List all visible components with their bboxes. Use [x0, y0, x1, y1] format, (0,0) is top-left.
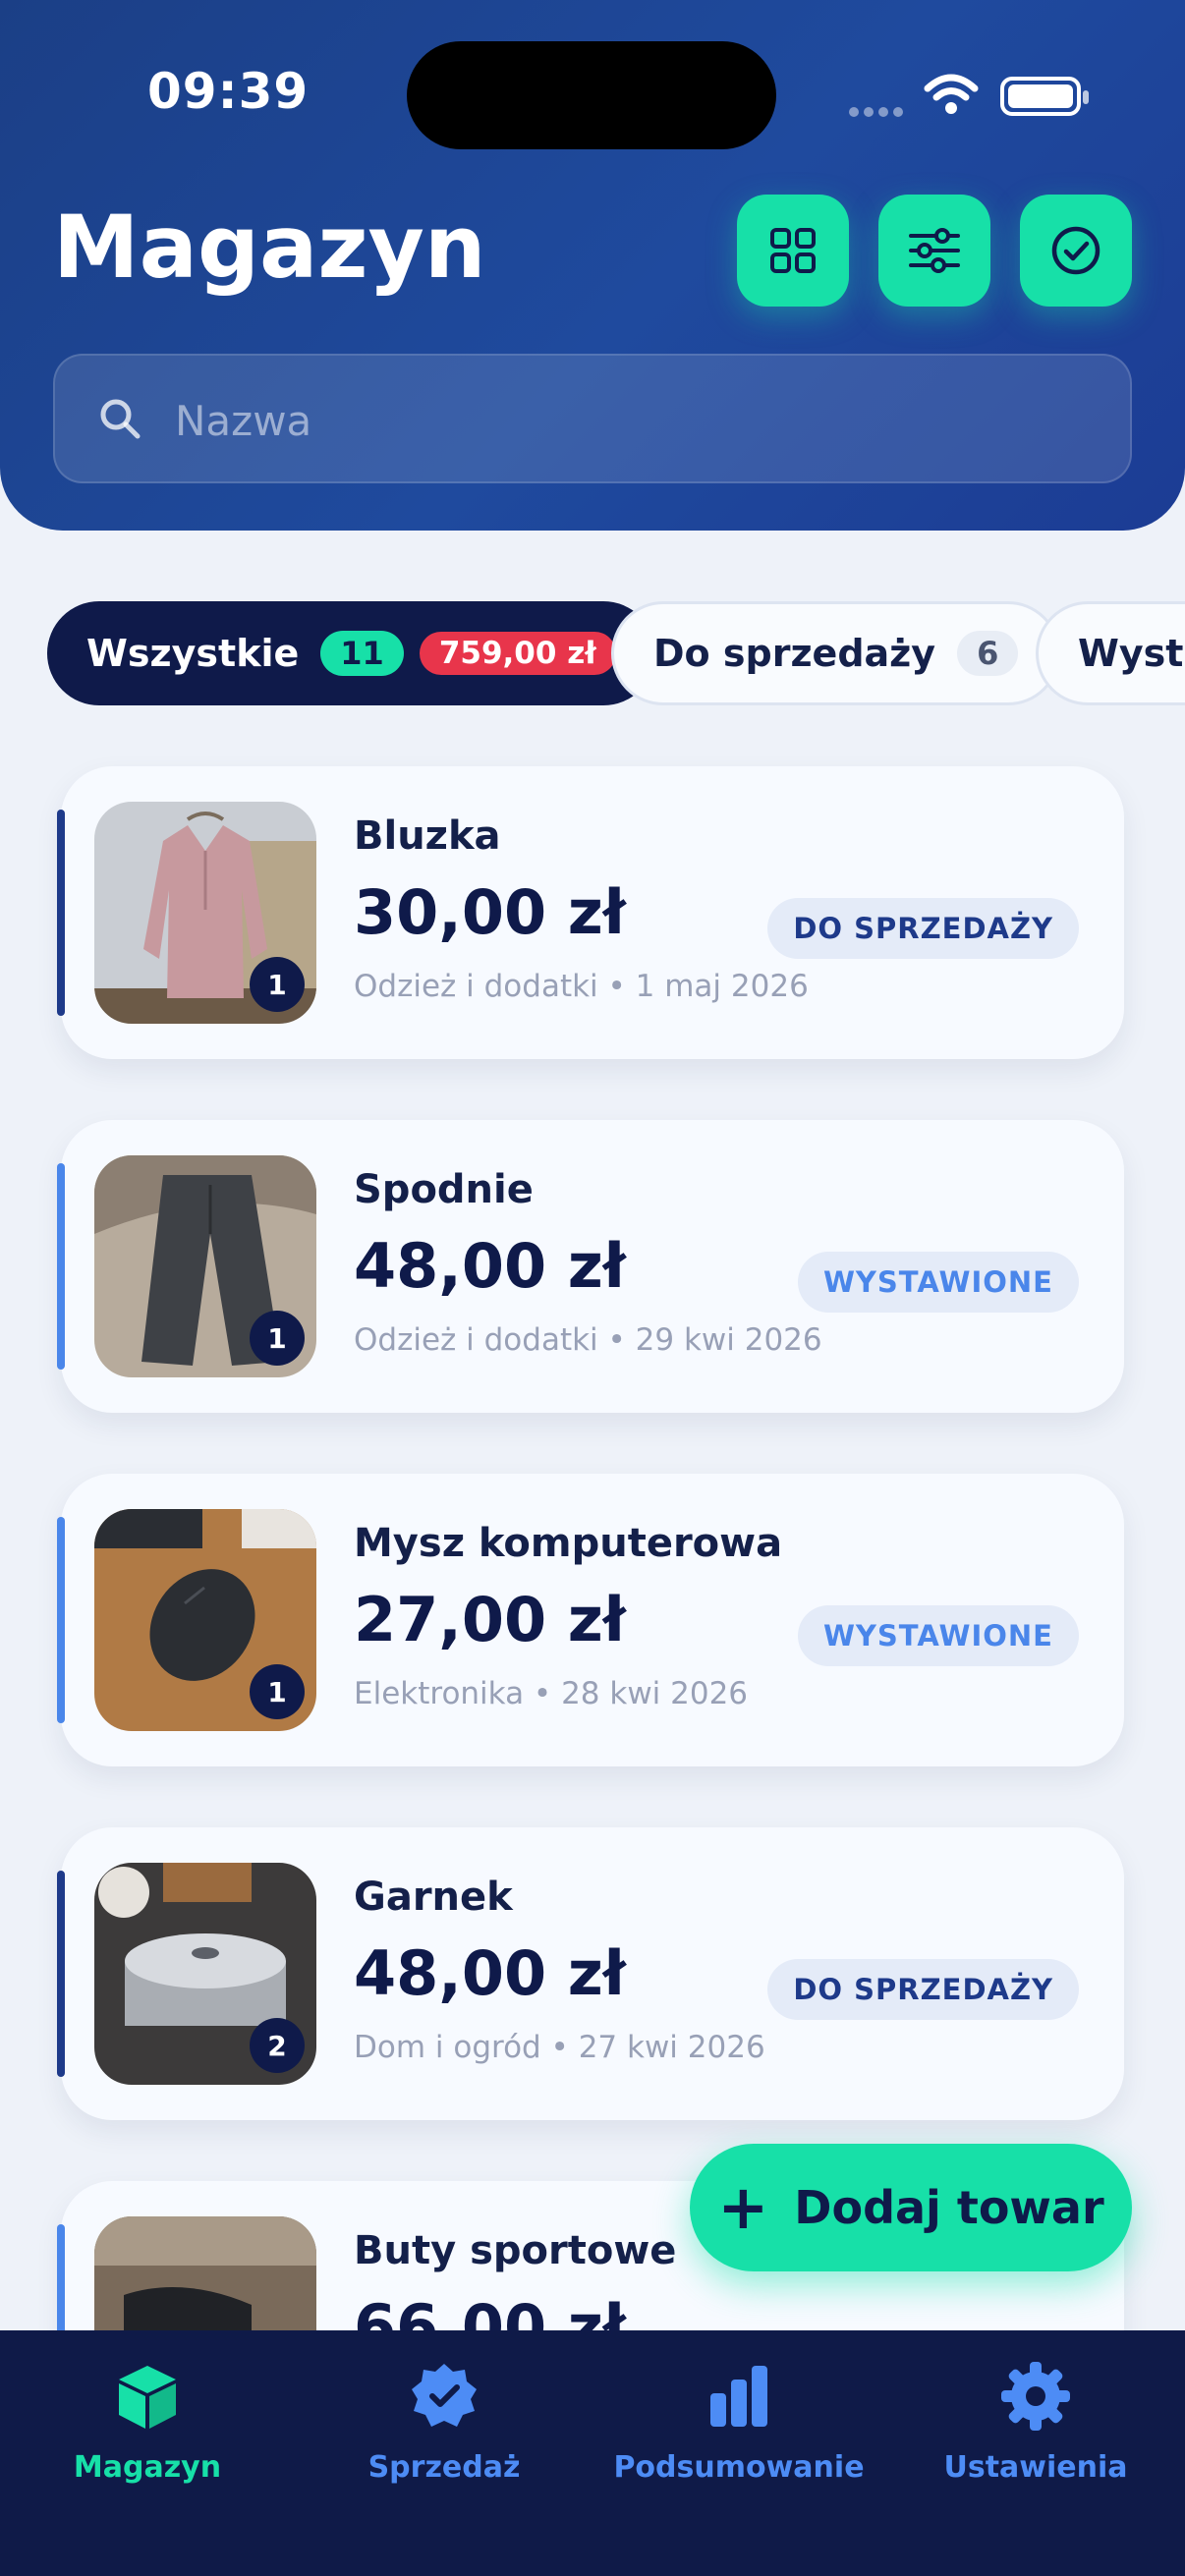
photo-count-badge: 1: [250, 957, 305, 1012]
box-icon: [119, 2366, 176, 2429]
grid-icon: [770, 228, 816, 273]
item-thumbnail-trousers: 1: [94, 1155, 316, 1377]
check-circle-icon: [1051, 226, 1100, 275]
status-accent-bar: [57, 2224, 65, 2330]
status-accent-bar: [57, 1517, 65, 1723]
item-price: 66,00 zł: [354, 2291, 626, 2330]
page-title: Magazyn: [53, 196, 486, 298]
item-price: 27,00 zł: [354, 1584, 626, 1655]
bar-chart-icon: [710, 2366, 767, 2427]
battery-icon: [1000, 77, 1089, 116]
nav-item-podsumowanie[interactable]: Podsumowanie: [592, 2360, 886, 2485]
item-card[interactable]: 2 Garnek 48,00 zł Dom i ogród • 27 kwi 2…: [57, 1827, 1124, 2120]
plus-icon: +: [717, 2171, 769, 2243]
item-meta: Odzież i dodatki • 1 maj 2026: [354, 969, 809, 1004]
photo-count-badge: 2: [250, 2018, 305, 2073]
tab-label: Wszystkie: [86, 632, 300, 675]
item-price: 48,00 zł: [354, 1937, 626, 2009]
item-card[interactable]: 1 Spodnie 48,00 zł Odzież i dodatki • 29…: [57, 1120, 1124, 1413]
header: 09:39 Magazyn: [0, 0, 1185, 531]
sliders-icon: [909, 228, 960, 273]
status-time: 09:39: [147, 63, 310, 120]
item-name: Spodnie: [354, 1167, 534, 1212]
item-price: 30,00 zł: [354, 876, 626, 948]
nav-label: Podsumowanie: [613, 2450, 865, 2485]
status-accent-bar: [57, 810, 65, 1016]
item-card[interactable]: 1 Mysz komputerowa 27,00 zł Elektronika …: [57, 1474, 1124, 1766]
nav-item-sprzedaz[interactable]: Sprzedaż: [297, 2360, 592, 2485]
tab-count-badge: 6: [957, 631, 1019, 676]
search-bar[interactable]: [53, 354, 1132, 483]
tab-label: Do sprzedaży: [653, 632, 936, 675]
item-name: Bluzka: [354, 813, 501, 859]
wifi-icon: [924, 73, 979, 120]
item-meta: Dom i ogród • 27 kwi 2026: [354, 2030, 765, 2065]
item-thumbnail-pot: 2: [94, 1863, 316, 2085]
photo-count-badge: 1: [250, 1311, 305, 1366]
nav-label: Magazyn: [73, 2450, 222, 2485]
item-thumbnail-mouse: 1: [94, 1509, 316, 1731]
item-meta: Odzież i dodatki • 29 kwi 2026: [354, 1322, 822, 1358]
filter-tabs: Wszystkie 11 759,00 zł Do sprzedaży 6 Wy…: [0, 597, 1185, 711]
badge-check-icon: [412, 2364, 477, 2427]
status-badge: DO SPRZEDAŻY: [767, 898, 1079, 959]
add-item-button[interactable]: + Dodaj towar: [690, 2144, 1132, 2271]
photo-count-badge: 1: [250, 1664, 305, 1719]
search-icon: [100, 399, 141, 439]
tab-count-badge: 11: [320, 631, 404, 676]
item-card[interactable]: 1 Bluzka 30,00 zł Odzież i dodatki • 1 m…: [57, 766, 1124, 1059]
filter-button[interactable]: [878, 195, 990, 307]
item-thumbnail-shoes: [94, 2216, 316, 2330]
status-badge: WYSTAWIONE: [797, 1252, 1079, 1313]
add-item-label: Dodaj towar: [794, 2181, 1104, 2234]
item-meta: Elektronika • 28 kwi 2026: [354, 1676, 749, 1711]
dynamic-island: [407, 41, 776, 149]
search-input[interactable]: [175, 381, 1059, 460]
item-name: Mysz komputerowa: [354, 1521, 783, 1566]
status-badge: WYSTAWIONE: [797, 1605, 1079, 1666]
status-accent-bar: [57, 1871, 65, 2077]
item-name: Garnek: [354, 1875, 513, 1920]
item-price: 48,00 zł: [354, 1230, 626, 1302]
tab-all[interactable]: Wszystkie 11 759,00 zł: [47, 601, 655, 705]
status-accent-bar: [57, 1163, 65, 1370]
tab-for-sale[interactable]: Do sprzedaży 6: [611, 601, 1061, 705]
nav-item-magazyn[interactable]: Magazyn: [0, 2360, 295, 2485]
select-mode-button[interactable]: [1020, 195, 1132, 307]
grid-view-button[interactable]: [737, 195, 849, 307]
item-name: Buty sportowe: [354, 2228, 677, 2273]
gear-icon: [1001, 2362, 1070, 2431]
bottom-navigation: Magazyn Sprzedaż Podsumowanie Ustawienia: [0, 2330, 1185, 2576]
items-list[interactable]: 1 Bluzka 30,00 zł Odzież i dodatki • 1 m…: [0, 727, 1185, 2330]
nav-item-ustawienia[interactable]: Ustawienia: [888, 2360, 1183, 2485]
cellular-signal-icon: [849, 102, 908, 121]
tab-total-badge: 759,00 zł: [419, 632, 616, 675]
nav-label: Ustawienia: [943, 2450, 1128, 2485]
nav-label: Sprzedaż: [367, 2450, 521, 2485]
status-badge: DO SPRZEDAŻY: [767, 1959, 1079, 2020]
tab-listed[interactable]: Wysta: [1036, 601, 1185, 705]
item-thumbnail-blouse: 1: [94, 802, 316, 1024]
tab-label: Wysta: [1078, 632, 1185, 675]
